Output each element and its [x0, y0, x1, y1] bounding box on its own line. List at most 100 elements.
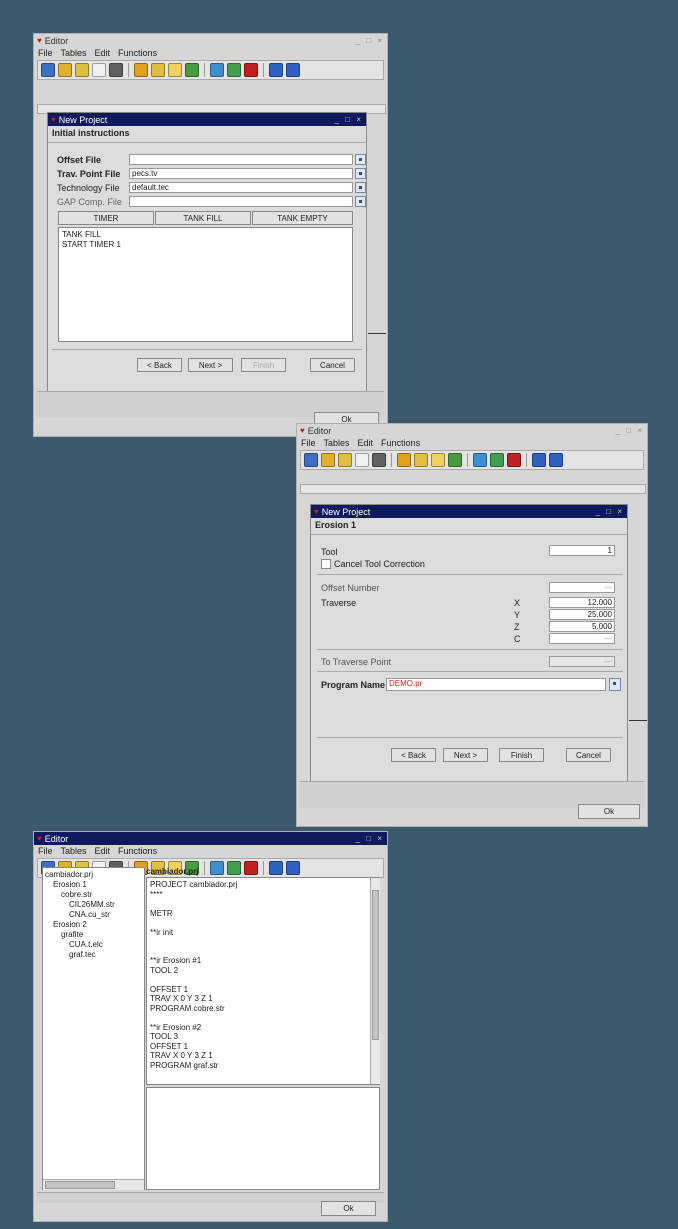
new-project-dialog: ♥ New Project _ □ × Initial instructions… [47, 112, 367, 412]
menu-tables[interactable]: Tables [61, 846, 87, 856]
toolbar-tool-icon[interactable] [185, 63, 199, 77]
toolbar-tool-icon[interactable] [134, 63, 148, 77]
toolbar-tool-icon[interactable] [355, 453, 369, 467]
axis-y-input[interactable]: 25.000 [549, 609, 615, 620]
toolbar-tool-icon[interactable] [304, 453, 318, 467]
browse-icon[interactable] [355, 168, 366, 179]
editor-titlebar[interactable]: ♥ Editor _ □ × [297, 424, 647, 437]
toolbar-tool-icon[interactable] [397, 453, 411, 467]
toolbar-tool-icon[interactable] [507, 453, 521, 467]
tool-input[interactable]: 1 [549, 545, 615, 556]
toolbar-tool-icon[interactable] [490, 453, 504, 467]
back-button[interactable]: < Back [137, 358, 182, 372]
ok-button[interactable]: Ok [321, 1201, 376, 1216]
toolbar-tool-icon[interactable] [321, 453, 335, 467]
browse-icon[interactable] [355, 154, 366, 165]
tree-node[interactable]: Erosion 2 [45, 920, 142, 930]
project-tree[interactable]: cambiador.prj Erosion 1 cobre.str CIL26MM.s… [42, 867, 145, 1190]
axis-x-input[interactable]: 12.000 [549, 597, 615, 608]
program-name-input[interactable]: DEMO.pr [386, 678, 606, 691]
to-traverse-point-input[interactable]: --- [549, 656, 615, 667]
toolbar-tool-icon[interactable] [286, 63, 300, 77]
next-button[interactable]: Next > [443, 748, 488, 762]
back-button[interactable]: < Back [391, 748, 436, 762]
menu-tables[interactable]: Tables [61, 48, 87, 58]
code-vscroll[interactable] [370, 878, 380, 1084]
code-editor[interactable]: PROJECT cambiador.prj **** METR **ir init **… [146, 877, 380, 1085]
dialog-controls[interactable]: _ □ × [596, 507, 624, 516]
tree-node[interactable]: cambiador.prj [45, 870, 142, 880]
dialog-titlebar[interactable]: ♥ New Project _ □ × [48, 113, 366, 126]
toolbar-tool-icon[interactable] [227, 63, 241, 77]
tank-empty-button[interactable]: TANK EMPTY [252, 211, 353, 225]
menu-file[interactable]: File [38, 846, 53, 856]
editor-titlebar[interactable]: ♥ Editor _ □ × [34, 832, 387, 845]
toolbar-tool-icon[interactable] [58, 63, 72, 77]
cancel-button[interactable]: Cancel [566, 748, 611, 762]
toolbar-tool-icon[interactable] [210, 63, 224, 77]
finish-button[interactable]: Finish [241, 358, 286, 372]
menu-edit[interactable]: Edit [358, 438, 374, 448]
toolbar-tool-icon[interactable] [151, 63, 165, 77]
menu-file[interactable]: File [38, 48, 53, 58]
tree-node[interactable]: graf.tec [45, 950, 142, 960]
technology-file-input[interactable]: default.tec [129, 182, 353, 193]
axis-c-input[interactable]: --- [549, 633, 615, 644]
tree-node[interactable]: CIL26MM.str [45, 900, 142, 910]
cancel-tool-checkbox[interactable] [321, 559, 331, 569]
window-controls[interactable]: _ □ × [356, 36, 384, 45]
browse-icon[interactable] [609, 678, 621, 691]
menu-functions[interactable]: Functions [118, 846, 157, 856]
instructions-textarea[interactable]: TANK FILL START TIMER 1 [58, 227, 353, 342]
tree-node[interactable]: cobre.str [45, 890, 142, 900]
editor-titlebar[interactable]: ♥ Editor _ □ × [34, 34, 387, 47]
trav-point-file-input[interactable]: pecs.tv [129, 168, 353, 179]
offset-number-input[interactable]: --- [549, 582, 615, 593]
toolbar-tool-icon[interactable] [532, 453, 546, 467]
tree-node[interactable]: grafite [45, 930, 142, 940]
offset-file-input[interactable] [129, 154, 353, 165]
menu-edit[interactable]: Edit [95, 48, 111, 58]
toolbar-tool-icon[interactable] [549, 453, 563, 467]
cancel-button[interactable]: Cancel [310, 358, 355, 372]
ok-button[interactable]: Ok [578, 804, 640, 819]
browse-icon[interactable] [355, 182, 366, 193]
menu-file[interactable]: File [301, 438, 316, 448]
toolbar-tool-icon[interactable] [372, 453, 386, 467]
menu-edit[interactable]: Edit [95, 846, 111, 856]
tree-hscroll[interactable] [43, 1179, 144, 1190]
toolbar-tool-icon[interactable] [414, 453, 428, 467]
toolbar-tool-icon[interactable] [92, 63, 106, 77]
toolbar-tool-icon[interactable] [473, 453, 487, 467]
toolbar-tool-icon[interactable] [168, 63, 182, 77]
tank-fill-button[interactable]: TANK FILL [155, 211, 251, 225]
toolbar-tool-icon[interactable] [269, 63, 283, 77]
window-controls[interactable]: _ □ × [616, 426, 644, 435]
axis-z-input[interactable]: 5.000 [549, 621, 615, 632]
browse-icon[interactable] [355, 196, 366, 207]
technology-file-label: Technology File [57, 182, 120, 193]
toolbar-tool-icon[interactable] [109, 63, 123, 77]
menu-functions[interactable]: Functions [381, 438, 420, 448]
tree-node[interactable]: Erosion 1 [45, 880, 142, 890]
toolbar-tool-icon[interactable] [431, 453, 445, 467]
finish-button[interactable]: Finish [499, 748, 544, 762]
timer-button[interactable]: TIMER [58, 211, 154, 225]
toolbar-tool-icon[interactable] [244, 63, 258, 77]
toolbar-tool-icon[interactable] [75, 63, 89, 77]
tree-node[interactable]: CNA.cu_str [45, 910, 142, 920]
tree-node[interactable]: CUA.t.elc [45, 940, 142, 950]
editor-window-3: ♥ Editor _ □ × File Tables Edit Function… [33, 831, 388, 1222]
dialog-titlebar[interactable]: ♥ New Project _ □ × [311, 505, 627, 518]
menu-tables[interactable]: Tables [324, 438, 350, 448]
toolbar-tool-icon[interactable] [41, 63, 55, 77]
toolbar-tool-icon[interactable] [338, 453, 352, 467]
dialog-controls[interactable]: _ □ × [335, 115, 363, 124]
toolbar-tool-icon[interactable] [448, 453, 462, 467]
gap-comp-file-input[interactable] [129, 196, 353, 207]
window-controls[interactable]: _ □ × [356, 834, 384, 843]
window-title: Editor [44, 833, 69, 844]
menu-functions[interactable]: Functions [118, 48, 157, 58]
next-button[interactable]: Next > [188, 358, 233, 372]
